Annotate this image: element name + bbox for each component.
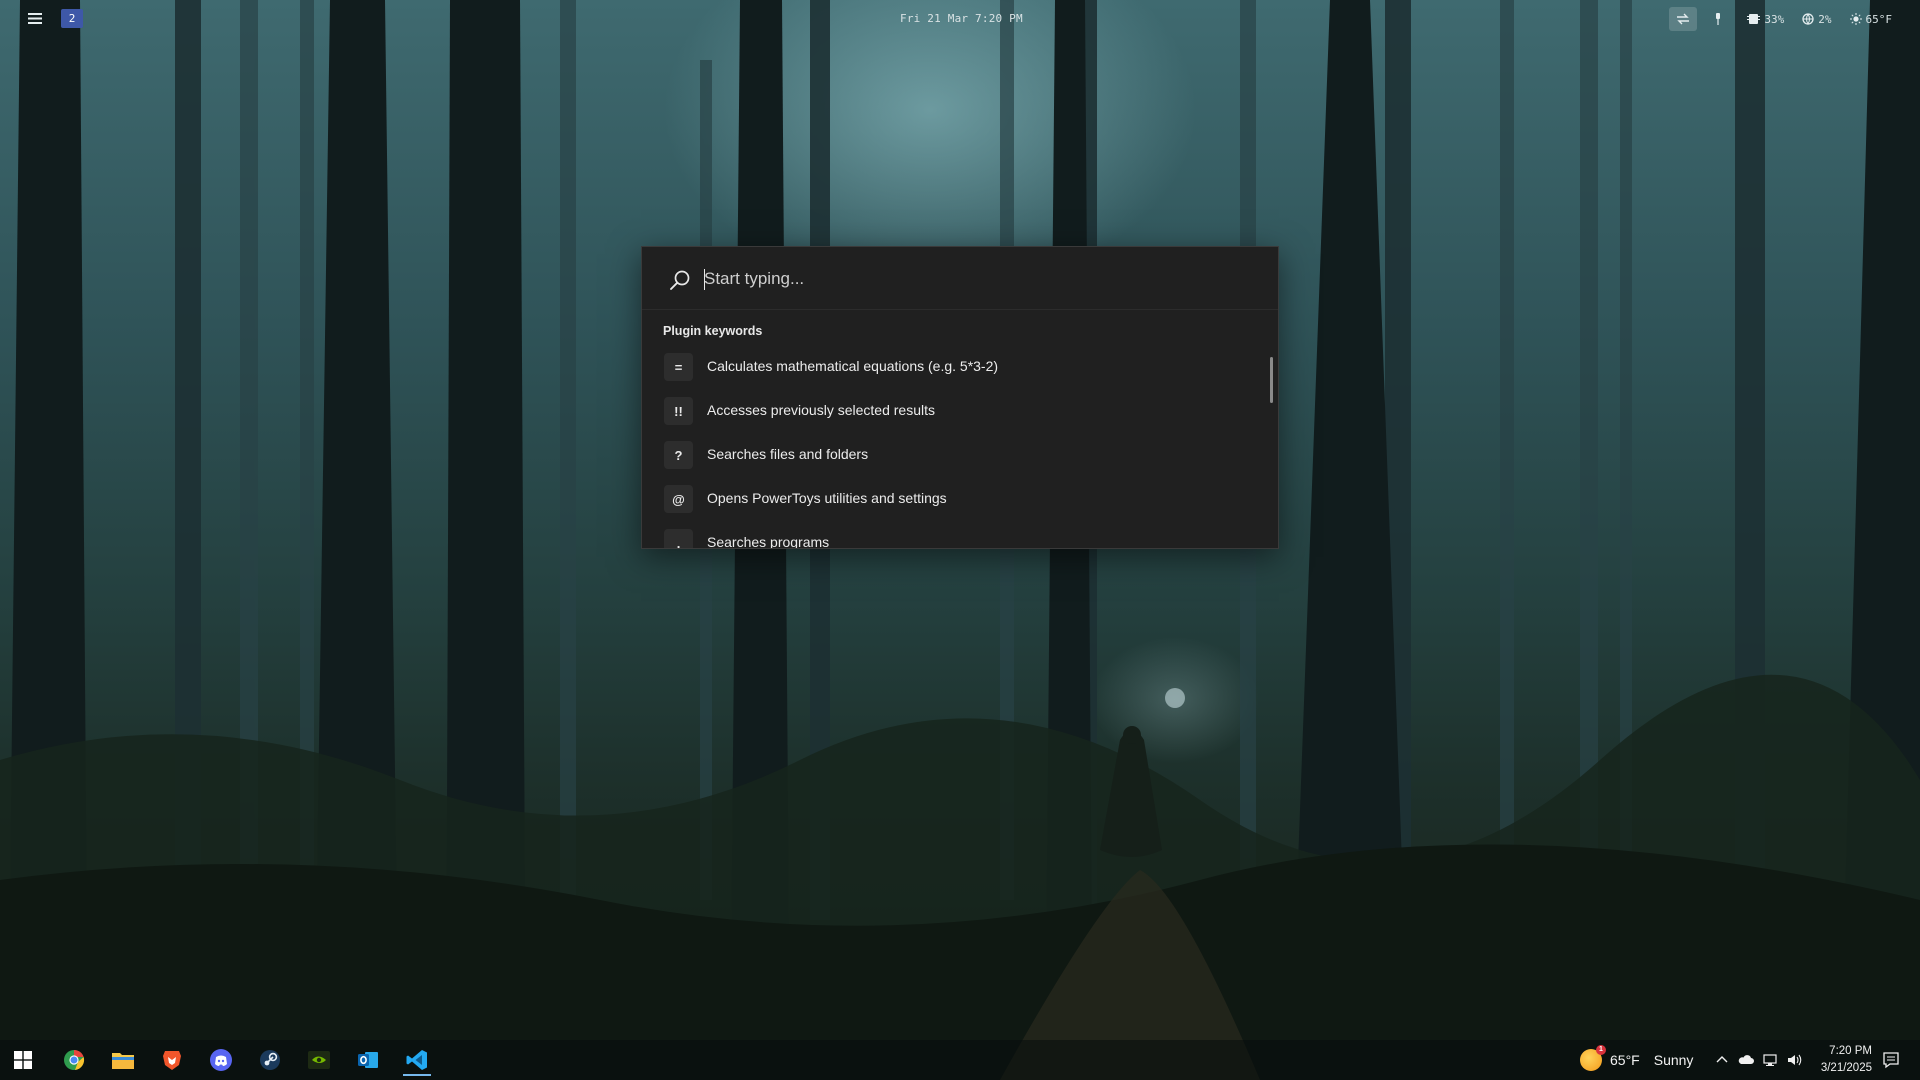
result-powertoys[interactable]: @ Opens PowerToys utilities and settings — [642, 477, 1278, 521]
search-icon — [670, 270, 690, 290]
outlook-icon — [358, 1052, 378, 1068]
steam-icon — [260, 1050, 280, 1070]
taskbar: 1 65°F Sunny 7:20 PM 3/21/2025 — [0, 1040, 1920, 1080]
network-percent: 2% — [1818, 12, 1832, 26]
keyword-badge: @ — [664, 485, 693, 513]
section-title: Plugin keywords — [663, 324, 763, 338]
folder-icon — [112, 1053, 134, 1069]
weather-condition: Sunny — [1653, 1052, 1694, 1068]
cpu-stat: 33% — [1747, 13, 1784, 26]
temperature-readout: 65°F — [1865, 12, 1893, 26]
brave-lion-icon — [163, 1051, 181, 1070]
keyword-description: Accesses previously selected results — [707, 402, 935, 418]
keyword-description: Calculates mathematical equations (e.g. … — [707, 358, 999, 374]
taskbar-app-brave[interactable] — [152, 1044, 192, 1076]
clock-time: 7:20 PM — [1829, 1045, 1872, 1057]
search-row — [642, 247, 1278, 310]
weather-sun-icon: 1 — [1580, 1045, 1606, 1071]
discord-icon — [210, 1049, 232, 1071]
result-programs[interactable]: . Searches programs — [642, 521, 1278, 549]
keyword-description: Opens PowerToys utilities and settings — [707, 490, 947, 506]
sun-icon — [1849, 13, 1862, 25]
start-button[interactable] — [3, 1044, 43, 1076]
topbar-clock: Fri 21 Mar 7:20 PM — [900, 12, 1023, 25]
weather-stat: 65°F — [1849, 12, 1893, 26]
volume-icon[interactable] — [1786, 1052, 1802, 1068]
topbar-status-group: 33% 2% 65°F — [1669, 6, 1892, 32]
result-calculator[interactable]: = Calculates mathematical equations (e.g… — [642, 345, 1278, 389]
results-list: = Calculates mathematical equations (e.g… — [642, 345, 1278, 549]
results-scrollbar[interactable] — [1270, 357, 1273, 403]
taskbar-app-nvidia[interactable] — [299, 1044, 339, 1076]
menu-icon[interactable] — [28, 13, 42, 24]
taskbar-app-file-explorer[interactable] — [103, 1044, 143, 1076]
workspace-badge[interactable]: 2 — [61, 9, 83, 28]
keyword-badge: !! — [664, 397, 693, 425]
cpu-icon — [1747, 14, 1761, 24]
top-status-bar: 2 Fri 21 Mar 7:20 PM 33% 2% 65°F — [0, 0, 1920, 38]
keyword-description: Searches files and folders — [707, 446, 869, 462]
taskbar-app-steam[interactable] — [250, 1044, 290, 1076]
pin-button[interactable] — [1707, 7, 1729, 31]
sync-button[interactable] — [1669, 7, 1698, 31]
keyword-description: Searches programs — [707, 534, 830, 549]
weather-widget[interactable]: 1 65°F Sunny — [1580, 1040, 1693, 1080]
sync-icon — [1677, 13, 1690, 25]
result-file-search[interactable]: ? Searches files and folders — [642, 433, 1278, 477]
taskbar-app-outlook[interactable] — [348, 1044, 388, 1076]
pin-icon — [1716, 13, 1721, 25]
windows-logo-icon — [14, 1051, 32, 1069]
cpu-percent: 33% — [1764, 12, 1785, 26]
taskbar-clock[interactable]: 7:20 PM 3/21/2025 — [1802, 1043, 1872, 1077]
network-stat: 2% — [1802, 12, 1832, 26]
result-history[interactable]: !! Accesses previously selected results — [642, 389, 1278, 433]
taskbar-app-vscode[interactable] — [397, 1044, 437, 1076]
onedrive-cloud-icon[interactable] — [1738, 1052, 1754, 1068]
chevron-up-icon[interactable] — [1714, 1052, 1730, 1068]
chrome-icon — [64, 1049, 85, 1070]
taskbar-app-discord[interactable] — [201, 1044, 241, 1076]
keyword-badge: ? — [664, 441, 693, 469]
network-icon[interactable] — [1762, 1052, 1778, 1068]
notification-center-icon[interactable] — [1882, 1051, 1900, 1069]
powertoys-run-launcher: Plugin keywords = Calculates mathematica… — [641, 246, 1279, 549]
keyword-badge: . — [664, 529, 693, 548]
clock-date: 3/21/2025 — [1820, 1062, 1872, 1074]
taskbar-app-chrome[interactable] — [54, 1044, 94, 1076]
nvidia-icon — [308, 1051, 330, 1069]
globe-icon — [1802, 13, 1814, 25]
keyword-badge: = — [664, 353, 693, 381]
weather-alert-badge: 1 — [1596, 1045, 1606, 1055]
weather-temperature: 65°F — [1610, 1052, 1640, 1068]
vscode-icon — [406, 1050, 427, 1070]
search-input[interactable] — [704, 263, 1244, 295]
